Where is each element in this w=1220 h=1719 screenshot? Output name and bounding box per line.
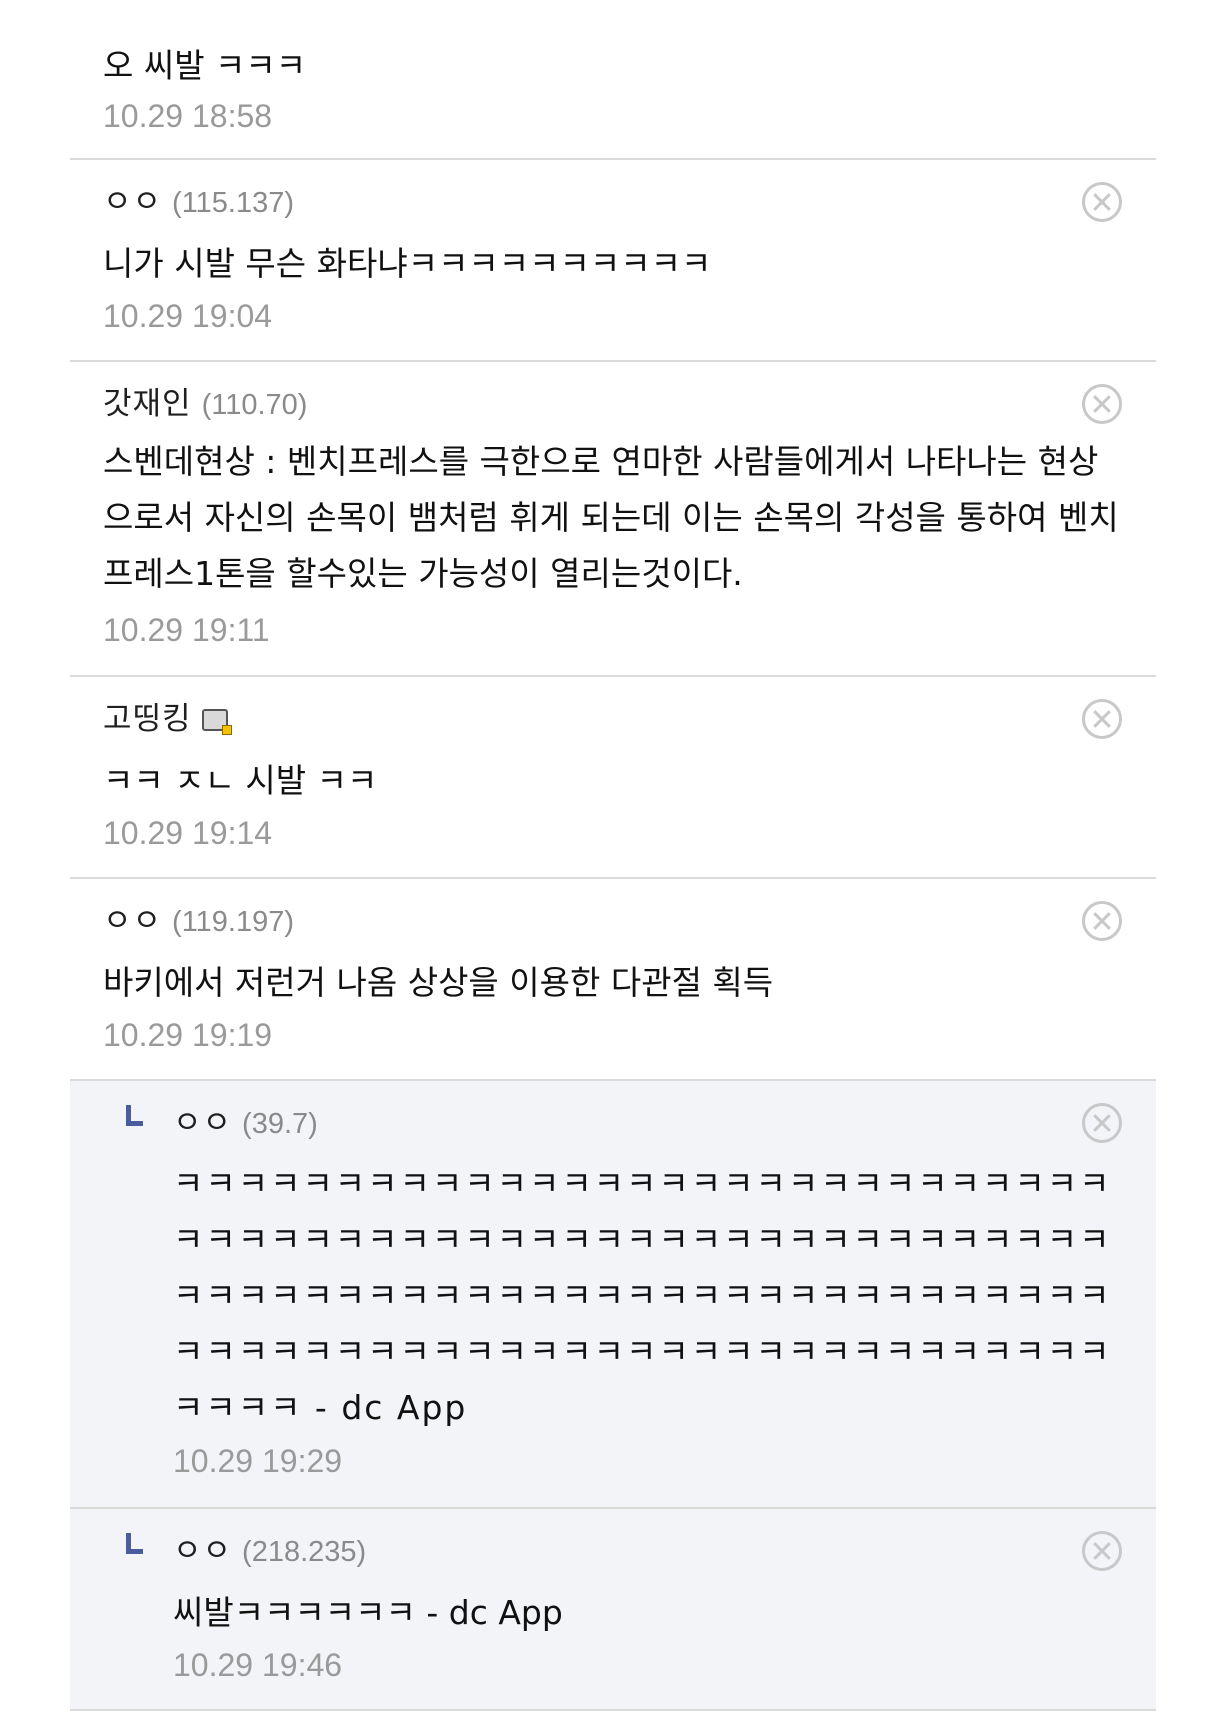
comment-time: 10.29 18:58 xyxy=(103,98,273,134)
comment-time: 10.29 19:04 xyxy=(103,298,273,334)
comment-ip: (110.70) xyxy=(201,389,308,421)
comment-nickname[interactable]: 갓재인 xyxy=(103,386,192,422)
comment-time: 10.29 19:46 xyxy=(173,1647,343,1683)
comment-header: ㅇㅇ (218.235) xyxy=(173,1531,366,1571)
comment-header: ㅇㅇ (119.197) xyxy=(103,901,294,941)
comment-header: ㅇㅇ (115.137) xyxy=(103,182,294,222)
comment-header: ㅇㅇ (39.7) xyxy=(173,1103,318,1143)
delete-icon[interactable] xyxy=(1082,1531,1122,1571)
comment-header: 고띵킹 xyxy=(103,699,232,739)
comment-ip: (218.235) xyxy=(242,1536,367,1568)
comment-body: 바키에서 저런거 나옴 상상을 이용한 다관절 획득 xyxy=(103,963,774,1002)
delete-icon[interactable] xyxy=(1082,384,1122,424)
comment-body: 오 씨발 ㅋㅋㅋ xyxy=(103,46,307,85)
comment-body: 씨발ㅋㅋㅋㅋㅋㅋ - dc App xyxy=(173,1593,563,1632)
comment-list: 오 씨발 ㅋㅋㅋ 10.29 18:58 ㅇㅇ (115.137) 니가 시발 무… xyxy=(70,0,1156,1711)
comment-nickname[interactable]: ㅇㅇ xyxy=(173,1533,232,1569)
comment-time: 10.29 19:29 xyxy=(173,1443,343,1479)
comment-nickname[interactable]: ㅇㅇ xyxy=(103,903,162,939)
comment-item: 오 씨발 ㅋㅋㅋ 10.29 18:58 xyxy=(70,0,1156,160)
comment-time: 10.29 19:19 xyxy=(103,1017,273,1053)
comment-ip: (119.197) xyxy=(172,906,295,938)
delete-icon[interactable] xyxy=(1082,901,1122,941)
comment-item: ㅇㅇ (115.137) 니가 시발 무슨 화타냐ㅋㅋㅋㅋㅋㅋㅋㅋㅋㅋ 10.29… xyxy=(70,160,1156,362)
gallog-icon[interactable] xyxy=(201,709,232,735)
comment-ip: (39.7) xyxy=(242,1108,318,1140)
delete-icon[interactable] xyxy=(1082,182,1122,222)
reply-arrow-icon xyxy=(126,1533,143,1554)
comment-time: 10.29 19:11 xyxy=(103,612,270,648)
comment-time: 10.29 19:14 xyxy=(103,815,273,851)
delete-icon[interactable] xyxy=(1082,699,1122,739)
reply-arrow-icon xyxy=(126,1105,143,1126)
reply-item: ㅇㅇ (218.235) 씨발ㅋㅋㅋㅋㅋㅋ - dc App 10.29 19:4… xyxy=(70,1509,1156,1711)
comment-nickname[interactable]: ㅇㅇ xyxy=(173,1105,232,1141)
comment-header: 갓재인 (110.70) xyxy=(103,384,307,424)
comment-item: 갓재인 (110.70) 스벤데현상 : 벤치프레스를 극한으로 연마한 사람들에… xyxy=(70,362,1156,677)
comment-body: ㅋㅋ ㅈㄴ 시발 ㅋㅋ xyxy=(103,761,378,800)
comment-nickname[interactable]: ㅇㅇ xyxy=(103,184,162,220)
comment-body: 스벤데현상 : 벤치프레스를 극한으로 연마한 사람들에게서 나타나는 현상으로… xyxy=(103,442,1119,593)
comment-body: ㅋㅋㅋㅋㅋㅋㅋㅋㅋㅋㅋㅋㅋㅋㅋㅋㅋㅋㅋㅋㅋㅋㅋㅋㅋㅋㅋㅋㅋㅋㅋㅋㅋㅋㅋㅋㅋㅋㅋㅋ… xyxy=(173,1164,1112,1427)
comment-item: ㅇㅇ (119.197) 바키에서 저런거 나옴 상상을 이용한 다관절 획득 1… xyxy=(70,879,1156,1081)
comment-ip: (115.137) xyxy=(172,187,295,219)
delete-icon[interactable] xyxy=(1082,1103,1122,1143)
comment-nickname[interactable]: 고띵킹 xyxy=(103,701,192,737)
reply-item: ㅇㅇ (39.7) ㅋㅋㅋㅋㅋㅋㅋㅋㅋㅋㅋㅋㅋㅋㅋㅋㅋㅋㅋㅋㅋㅋㅋㅋㅋㅋㅋㅋㅋㅋㅋ… xyxy=(70,1081,1156,1509)
comment-item: 고띵킹 ㅋㅋ ㅈㄴ 시발 ㅋㅋ 10.29 19:14 xyxy=(70,677,1156,879)
comment-body: 니가 시발 무슨 화타냐ㅋㅋㅋㅋㅋㅋㅋㅋㅋㅋ xyxy=(103,244,712,283)
